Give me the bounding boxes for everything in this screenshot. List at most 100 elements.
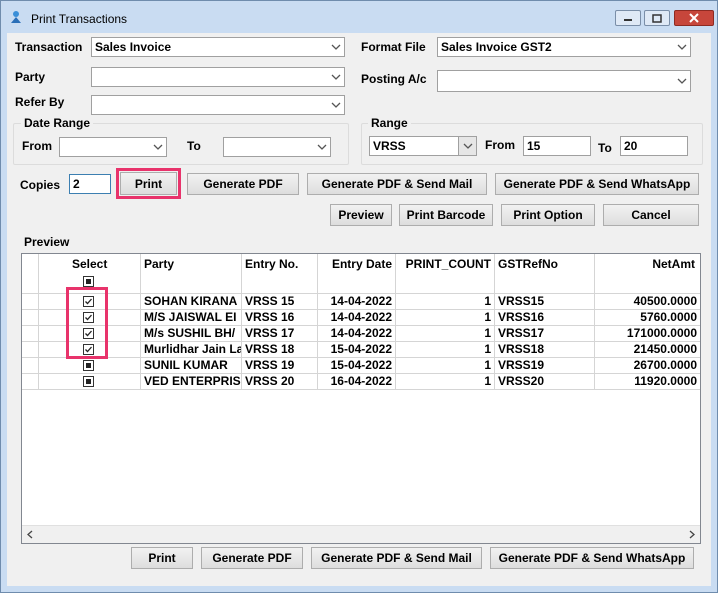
col-header-print-count[interactable]: PRINT_COUNT (396, 254, 495, 294)
entry-no-cell: VRSS 16 (242, 310, 318, 326)
chevron-down-icon[interactable] (327, 96, 344, 114)
gstrefno-cell: VRSS15 (495, 294, 595, 310)
app-icon (11, 11, 21, 23)
gstrefno-cell: VRSS20 (495, 374, 595, 390)
entry-date-cell: 14-04-2022 (318, 294, 396, 310)
chevron-down-icon[interactable] (149, 138, 166, 156)
entry-date-cell: 16-04-2022 (318, 374, 396, 390)
party-cell: SOHAN KIRANA (141, 294, 242, 310)
transaction-combo[interactable]: Sales Invoice (91, 37, 345, 57)
print-count-cell: 1 (396, 358, 495, 374)
table-row[interactable]: Murlidhar Jain La VRSS 18 15-04-2022 1 VRSS1… (22, 342, 700, 358)
party-cell: M/S JAISWAL EI (141, 310, 242, 326)
date-from-combo[interactable] (59, 137, 167, 157)
entry-date-cell: 14-04-2022 (318, 326, 396, 342)
format-file-value: Sales Invoice GST2 (441, 40, 552, 54)
col-header-entry-no[interactable]: Entry No. (242, 254, 318, 294)
generate-pdf-send-mail-button-bottom[interactable]: Generate PDF & Send Mail (311, 547, 482, 569)
table-row[interactable]: VED ENTERPRIS VRSS 20 16-04-2022 1 VRSS20 119… (22, 374, 700, 390)
party-combo[interactable] (91, 67, 345, 87)
print-count-cell: 1 (396, 310, 495, 326)
row-header-cell[interactable] (22, 326, 39, 342)
posting-label: Posting A/c (361, 72, 427, 86)
chevron-down-icon[interactable] (673, 71, 690, 91)
row-header-cell[interactable] (22, 310, 39, 326)
print-button-bottom[interactable]: Print (131, 547, 193, 569)
range-to-input[interactable] (620, 136, 688, 156)
minimize-button[interactable] (615, 10, 641, 26)
range-series-value: VRSS (373, 139, 406, 153)
select-cell[interactable] (39, 374, 141, 390)
chevron-down-icon[interactable] (458, 137, 476, 155)
party-cell: Murlidhar Jain La (141, 342, 242, 358)
row-header-cell[interactable] (22, 342, 39, 358)
party-cell: VED ENTERPRIS (141, 374, 242, 390)
print-count-cell: 1 (396, 374, 495, 390)
row-checkbox[interactable] (83, 360, 94, 371)
netamt-cell: 26700.0000 (595, 358, 700, 374)
grid-row-header (22, 254, 39, 294)
entry-date-cell: 15-04-2022 (318, 358, 396, 374)
copies-input[interactable] (69, 174, 111, 194)
chevron-down-icon[interactable] (313, 138, 330, 156)
preview-button[interactable]: Preview (330, 204, 392, 226)
netamt-cell: 21450.0000 (595, 342, 700, 358)
row-header-cell[interactable] (22, 358, 39, 374)
maximize-button[interactable] (644, 10, 670, 26)
range-series-combo[interactable]: VRSS (369, 136, 477, 156)
table-row[interactable]: SOHAN KIRANA VRSS 15 14-04-2022 1 VRSS15 4050… (22, 294, 700, 310)
col-header-entry-date[interactable]: Entry Date (318, 254, 396, 294)
preview-grid[interactable]: Select Party Entry No. Entry Date PRINT_… (21, 253, 701, 544)
col-header-gstrefno[interactable]: GSTRefNo (495, 254, 595, 294)
refer-by-combo[interactable] (91, 95, 345, 115)
maximize-icon (652, 13, 662, 23)
generate-pdf-button-bottom[interactable]: Generate PDF (201, 547, 303, 569)
generate-pdf-send-mail-button[interactable]: Generate PDF & Send Mail (307, 173, 487, 195)
checked-rows-highlight (66, 287, 108, 359)
netamt-cell: 11920.0000 (595, 374, 700, 390)
generate-pdf-send-whatsapp-button[interactable]: Generate PDF & Send WhatsApp (495, 173, 699, 195)
entry-no-cell: VRSS 20 (242, 374, 318, 390)
select-all-checkbox[interactable] (83, 276, 94, 287)
table-row[interactable]: M/S JAISWAL EI VRSS 16 14-04-2022 1 VRSS16 57… (22, 310, 700, 326)
entry-no-cell: VRSS 17 (242, 326, 318, 342)
col-header-netamt[interactable]: NetAmt (595, 254, 700, 294)
format-file-combo[interactable]: Sales Invoice GST2 (437, 37, 691, 57)
netamt-cell: 5760.0000 (595, 310, 700, 326)
print-button[interactable]: Print (120, 172, 177, 195)
chevron-down-icon[interactable] (673, 38, 690, 56)
title-bar[interactable]: Print Transactions (1, 1, 717, 33)
entry-no-cell: VRSS 15 (242, 294, 318, 310)
table-row[interactable]: M/s SUSHIL BH/VRSS 17 14-04-2022 1 VRSS17 17… (22, 326, 700, 342)
row-checkbox[interactable] (83, 376, 94, 387)
scroll-left-icon[interactable] (27, 530, 33, 539)
chevron-down-icon[interactable] (327, 38, 344, 56)
chevron-down-icon[interactable] (327, 68, 344, 86)
print-count-cell: 1 (396, 326, 495, 342)
generate-pdf-send-whatsapp-button-bottom[interactable]: Generate PDF & Send WhatsApp (490, 547, 694, 569)
copies-label: Copies (20, 178, 61, 192)
format-file-label: Format File (361, 40, 426, 54)
print-count-cell: 1 (396, 342, 495, 358)
close-button[interactable] (674, 10, 714, 26)
print-transactions-window: Print Transactions Transaction Sales Inv… (0, 0, 718, 593)
scroll-right-icon[interactable] (689, 530, 695, 539)
generate-pdf-button[interactable]: Generate PDF (187, 173, 299, 195)
horizontal-scrollbar[interactable] (22, 525, 700, 543)
range-to-label: To (598, 141, 612, 155)
row-header-cell[interactable] (22, 294, 39, 310)
col-header-party[interactable]: Party (141, 254, 242, 294)
cancel-button[interactable]: Cancel (603, 204, 699, 226)
select-cell[interactable] (39, 358, 141, 374)
transaction-value: Sales Invoice (95, 40, 172, 54)
row-header-cell[interactable] (22, 374, 39, 390)
posting-combo[interactable] (437, 70, 691, 92)
date-to-combo[interactable] (223, 137, 331, 157)
table-row[interactable]: SUNIL KUMAR VRSS 19 15-04-2022 1 VRSS19 26700… (22, 358, 700, 374)
entry-no-cell: VRSS 18 (242, 342, 318, 358)
range-from-input[interactable] (523, 136, 591, 156)
print-option-button[interactable]: Print Option (501, 204, 595, 226)
party-cell: SUNIL KUMAR (141, 358, 242, 374)
print-barcode-button[interactable]: Print Barcode (399, 204, 493, 226)
gstrefno-cell: VRSS18 (495, 342, 595, 358)
